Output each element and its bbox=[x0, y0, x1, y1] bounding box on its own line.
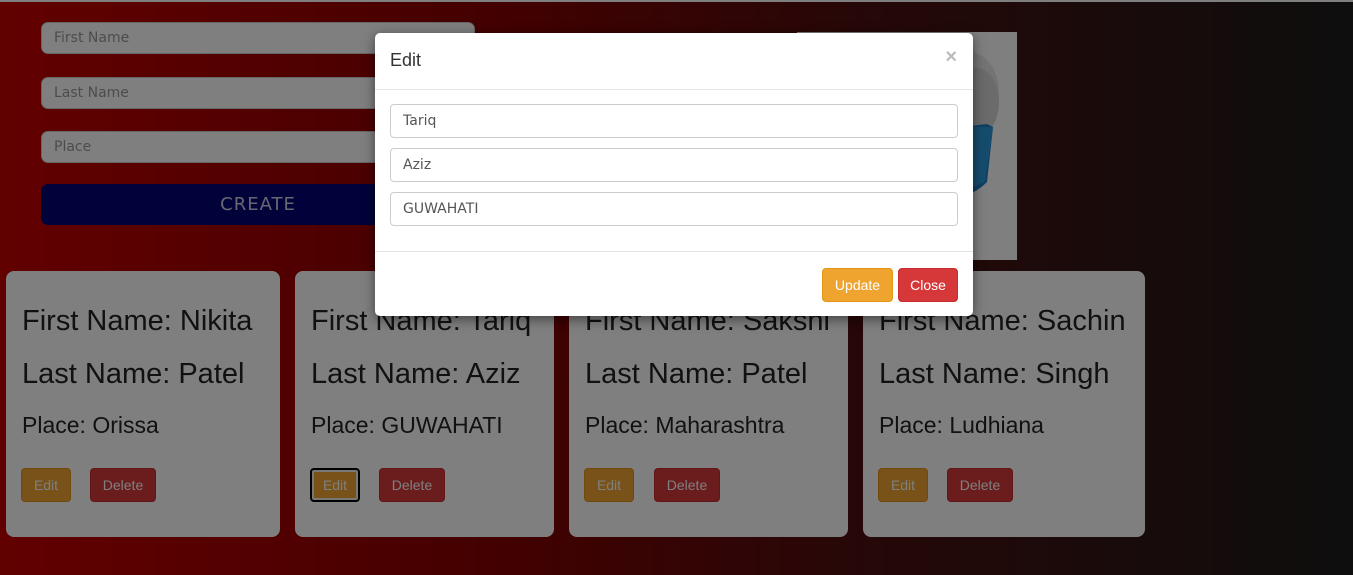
edit-first-name-input[interactable] bbox=[390, 104, 958, 138]
modal-header: Edit × bbox=[375, 33, 973, 90]
close-button[interactable]: Close bbox=[898, 268, 958, 302]
modal-footer: Update Close bbox=[375, 251, 973, 317]
edit-modal: Edit × Update Close bbox=[375, 33, 973, 316]
update-button[interactable]: Update bbox=[822, 268, 893, 302]
close-icon[interactable]: × bbox=[945, 46, 957, 69]
edit-last-name-input[interactable] bbox=[390, 148, 958, 182]
edit-place-input[interactable] bbox=[390, 192, 958, 226]
modal-title: Edit bbox=[390, 50, 422, 70]
